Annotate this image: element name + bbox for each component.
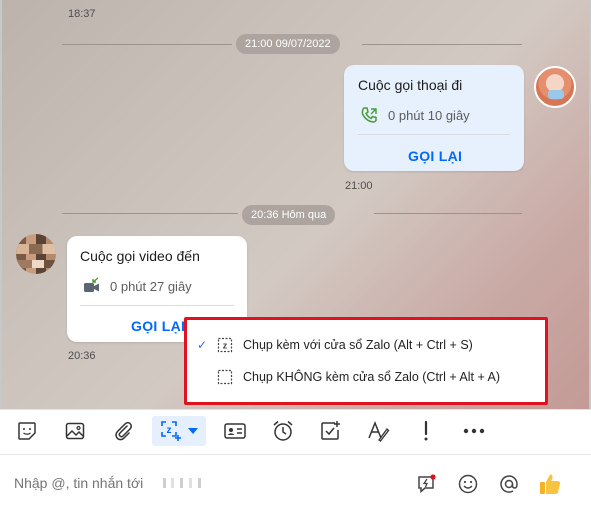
emoji-icon [458,474,478,494]
screenshot-icon: z [161,421,181,441]
message-time: 20:36 [68,350,96,362]
avatar-pixel-row [16,260,56,268]
divider-line [62,44,232,45]
more-icon [463,428,485,434]
menu-item-capture-with-window[interactable]: ✓ z Chụp kèm với cửa sổ Zalo (Alt + Ctrl… [187,330,545,360]
thumbs-up-icon [540,474,561,494]
menu-item-label: Chụp KHÔNG kèm cửa sổ Zalo (Ctrl + Alt +… [243,370,501,384]
message-time: 18:37 [68,8,96,20]
screenshot-options-menu: ✓ z Chụp kèm với cửa sổ Zalo (Alt + Ctrl… [184,317,548,405]
call-title: Cuộc gọi thoại đi [358,77,463,93]
format-text-button[interactable] [363,416,393,446]
avatar-pixel-row [16,244,56,254]
important-icon [424,420,428,441]
menu-item-capture-without-window[interactable]: Chụp KHÔNG kèm cửa sổ Zalo (Ctrl + Alt +… [187,362,545,392]
assign-task-button[interactable] [315,416,345,446]
attach-file-button[interactable] [108,416,138,446]
sticker-icon [18,422,36,440]
outgoing-call-icon [361,107,377,123]
call-duration: 0 phút 10 giây [388,108,470,123]
avatar[interactable] [16,234,56,274]
more-options-button[interactable] [459,416,489,446]
outgoing-call-bubble: Cuộc gọi thoại đi 0 phút 10 giây GỌI LẠI [344,65,524,171]
screenshot-without-window-icon [217,369,233,385]
quick-message-icon [418,474,436,494]
divider-line [62,213,238,214]
screenshot-button[interactable]: z [152,416,206,446]
check-icon: ✓ [197,338,208,352]
call-back-button[interactable]: GỌI LẠI [131,318,185,334]
format-text-icon [368,420,390,442]
send-image-button[interactable] [60,416,90,446]
message-composer [0,454,591,511]
avatar-mask [548,90,564,99]
svg-text:z: z [223,341,228,351]
call-back-button[interactable]: GỌI LẠI [408,148,462,164]
contact-card-icon [224,423,246,439]
sticker-button[interactable] [12,416,42,446]
image-icon [65,422,85,440]
attachment-icon [115,421,132,441]
message-toolbar: z [0,409,591,453]
avatar[interactable] [534,66,576,108]
bubble-divider [80,305,234,306]
menu-item-label: Chụp kèm với cửa sổ Zalo (Alt + Ctrl + S… [243,338,473,352]
mark-important-button[interactable] [411,416,441,446]
call-duration: 0 phút 27 giây [110,279,192,294]
mention-icon [500,475,518,493]
blurred-recipient-name [171,478,174,488]
incoming-video-call-icon [84,277,99,292]
reminder-button[interactable] [268,416,298,446]
blurred-recipient-name [180,478,183,488]
divider-line [374,213,522,214]
bubble-divider [358,134,510,135]
call-title: Cuộc gọi video đến [80,248,200,264]
quick-message-button[interactable] [414,471,440,497]
divider-line [362,44,522,45]
blurred-recipient-name [163,478,166,488]
send-like-button[interactable] [537,471,563,497]
svg-text:z: z [167,425,172,436]
blurred-recipient-name [198,478,201,488]
reminder-icon [273,420,293,441]
blurred-recipient-name [189,478,192,488]
screenshot-with-window-icon: z [217,337,233,353]
task-icon [321,421,340,440]
mention-button[interactable] [496,471,522,497]
send-contact-card-button[interactable] [220,416,250,446]
date-separator: 20:36 Hôm qua [242,205,336,225]
date-separator: 21:00 09/07/2022 [236,34,340,54]
message-time: 21:00 [345,180,373,192]
emoji-button[interactable] [455,471,481,497]
chevron-down-icon [188,428,198,434]
